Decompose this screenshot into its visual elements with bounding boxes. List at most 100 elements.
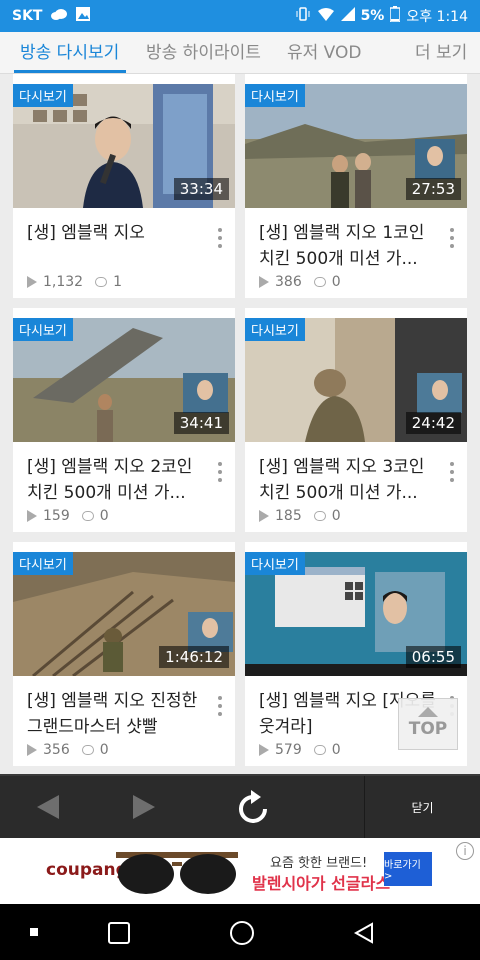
arrow-left-icon — [37, 795, 59, 819]
video-card[interactable]: 다시보기 33:34 [생] 엠블랙 지오 1,132 1 — [13, 74, 235, 298]
arrow-up-icon — [418, 707, 438, 717]
duration-label: 33:34 — [173, 178, 229, 200]
view-count: 1,132 — [43, 274, 84, 290]
arrow-right-icon — [133, 795, 155, 819]
ad-cta-button[interactable]: 바로가기 > — [384, 852, 432, 886]
tab-broadcast-replay[interactable]: 방송 다시보기 — [20, 32, 119, 74]
wifi-icon — [317, 7, 335, 25]
more-options-icon[interactable] — [217, 462, 223, 484]
video-stats: 159 0 — [27, 508, 109, 524]
home-icon[interactable] — [230, 921, 254, 945]
ad-product: 발렌시아가 선글라스 — [252, 874, 391, 893]
comment-count: 0 — [331, 508, 341, 524]
video-stats: 386 0 — [259, 274, 341, 290]
duration-label: 1:46:12 — [159, 646, 229, 668]
scroll-top-button[interactable]: TOP — [398, 698, 458, 750]
comment-icon — [313, 277, 326, 287]
vibrate-icon — [295, 6, 311, 26]
clock: 오후 1:14 — [406, 9, 468, 25]
replay-badge: 다시보기 — [245, 552, 305, 575]
duration-label: 24:42 — [405, 412, 461, 434]
video-card[interactable]: 다시보기 27:53 [생] 엠블랙 지오 1코인 치킨 500개 미션 가..… — [245, 74, 467, 298]
view-count: 185 — [275, 508, 302, 524]
more-options-icon[interactable] — [217, 696, 223, 718]
play-count-icon — [27, 276, 37, 288]
video-stats: 356 0 — [27, 742, 109, 758]
more-options-icon[interactable] — [217, 228, 223, 250]
video-title[interactable]: [생] 엠블랙 지오 진정한 그랜드마스터 샷빨 — [27, 688, 207, 740]
back-button[interactable] — [20, 776, 76, 838]
back-nav-icon[interactable] — [352, 921, 376, 945]
sunglasses-image — [116, 852, 238, 894]
refresh-button[interactable] — [226, 776, 282, 838]
video-title[interactable]: [생] 엠블랙 지오 — [27, 220, 207, 272]
play-count-icon — [27, 744, 37, 756]
close-button[interactable]: 닫기 — [364, 776, 480, 838]
video-thumbnail[interactable]: 다시보기 1:46:12 — [13, 552, 235, 676]
video-grid: 다시보기 33:34 [생] 엠블랙 지오 1,132 1 다시보기 27:53… — [0, 74, 480, 774]
comment-count: 0 — [331, 742, 341, 758]
scroll-top-label: TOP — [408, 719, 448, 739]
system-nav-bar — [0, 904, 480, 960]
video-stats: 185 0 — [259, 508, 341, 524]
video-card[interactable]: 다시보기 1:46:12 [생] 엠블랙 지오 진정한 그랜드마스터 샷빨 35… — [13, 542, 235, 766]
comment-count: 1 — [113, 274, 123, 290]
carrier-label: SKT — [12, 8, 43, 24]
video-thumbnail[interactable]: 다시보기 34:41 — [13, 318, 235, 442]
recent-apps-icon[interactable] — [108, 922, 130, 944]
replay-badge: 다시보기 — [13, 318, 73, 341]
comment-count: 0 — [99, 508, 109, 524]
view-count: 386 — [275, 274, 302, 290]
more-options-icon[interactable] — [449, 462, 455, 484]
comment-icon — [81, 511, 94, 521]
video-title[interactable]: [생] 엠블랙 지오 2코인 치킨 500개 미션 가... — [27, 454, 207, 506]
more-options-icon[interactable] — [449, 228, 455, 250]
ad-banner[interactable]: coupang 요즘 핫한 브랜드! 발렌시아가 선글라스 바로가기 > i — [0, 838, 480, 904]
video-stats: 1,132 1 — [27, 274, 122, 290]
tab-more[interactable]: 더 보기 — [415, 32, 467, 74]
view-count: 159 — [43, 508, 70, 524]
replay-badge: 다시보기 — [13, 552, 73, 575]
play-count-icon — [259, 510, 269, 522]
video-card[interactable]: 다시보기 24:42 [생] 엠블랙 지오 3코인 치킨 500개 미션 가..… — [245, 308, 467, 532]
play-count-icon — [259, 276, 269, 288]
comment-count: 0 — [331, 274, 341, 290]
status-bar: SKT 5% 오후 1:14 — [0, 0, 480, 32]
comment-count: 0 — [99, 742, 109, 758]
battery-percent: 5% — [360, 8, 385, 24]
replay-badge: 다시보기 — [245, 318, 305, 341]
overview-dot-icon[interactable] — [30, 928, 38, 936]
tab-user-vod[interactable]: 유저 VOD — [287, 32, 362, 74]
view-count: 356 — [43, 742, 70, 758]
battery-icon — [389, 6, 402, 26]
video-card[interactable]: 다시보기 34:41 [생] 엠블랙 지오 2코인 치킨 500개 미션 가..… — [13, 308, 235, 532]
video-thumbnail[interactable]: 다시보기 06:55 — [245, 552, 467, 676]
video-thumbnail[interactable]: 다시보기 24:42 — [245, 318, 467, 442]
duration-label: 34:41 — [173, 412, 229, 434]
comment-icon — [95, 277, 108, 287]
signal-icon — [340, 7, 355, 25]
comment-icon — [81, 745, 94, 755]
refresh-icon — [239, 790, 267, 823]
forward-button[interactable] — [116, 776, 172, 838]
video-stats: 579 0 — [259, 742, 341, 758]
browser-toolbar: 닫기 — [0, 774, 480, 838]
video-thumbnail[interactable]: 다시보기 33:34 — [13, 84, 235, 208]
ad-info-icon[interactable]: i — [456, 842, 474, 860]
tab-bar: 방송 다시보기 방송 하이라이트 유저 VOD 더 보기 — [0, 32, 480, 74]
video-thumbnail[interactable]: 다시보기 27:53 — [245, 84, 467, 208]
duration-label: 06:55 — [405, 646, 461, 668]
view-count: 579 — [275, 742, 302, 758]
cloud-icon — [50, 8, 68, 24]
tab-broadcast-highlight[interactable]: 방송 하이라이트 — [146, 32, 261, 74]
replay-badge: 다시보기 — [13, 84, 73, 107]
video-title[interactable]: [생] 엠블랙 지오 3코인 치킨 500개 미션 가... — [259, 454, 439, 506]
duration-label: 27:53 — [405, 178, 461, 200]
comment-icon — [313, 745, 326, 755]
video-title[interactable]: [생] 엠블랙 지오 1코인 치킨 500개 미션 가... — [259, 220, 439, 272]
comment-icon — [313, 511, 326, 521]
ad-headline: 요즘 핫한 브랜드! — [270, 856, 368, 871]
image-icon — [76, 7, 91, 25]
play-count-icon — [27, 510, 37, 522]
play-count-icon — [259, 744, 269, 756]
